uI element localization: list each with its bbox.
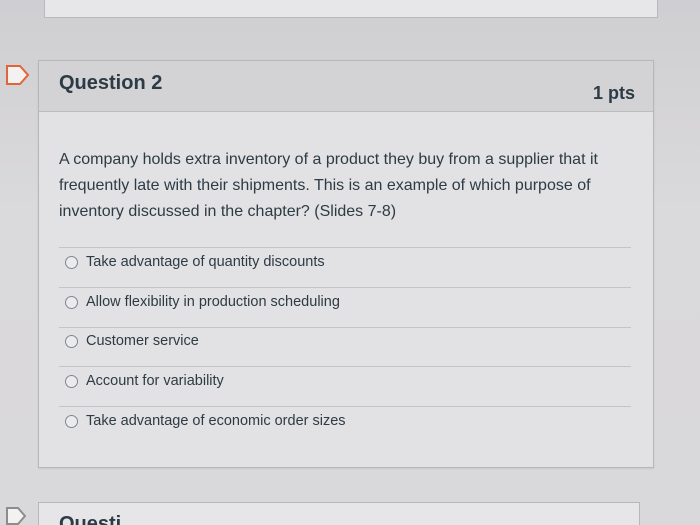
radio-button-icon[interactable] bbox=[65, 414, 78, 428]
answer-option[interactable]: Allow flexibility in production scheduli… bbox=[65, 290, 340, 314]
divider bbox=[59, 247, 631, 248]
answer-option[interactable]: Take advantage of quantity discounts bbox=[65, 250, 325, 274]
radio-button-icon[interactable] bbox=[65, 255, 78, 269]
question-card: Question 2 1 pts A company holds extra i… bbox=[38, 60, 654, 468]
radio-button-icon[interactable] bbox=[65, 334, 78, 348]
question-title: Question 2 bbox=[59, 72, 163, 94]
answer-option-label: Allow flexibility in production scheduli… bbox=[86, 294, 340, 310]
next-question-title: Questi bbox=[59, 513, 122, 525]
divider bbox=[59, 406, 631, 407]
answer-option-label: Take advantage of quantity discounts bbox=[86, 254, 325, 270]
divider bbox=[59, 327, 631, 328]
bookmark-flag-icon[interactable] bbox=[6, 64, 30, 86]
previous-question-card bbox=[44, 0, 658, 18]
radio-button-icon[interactable] bbox=[65, 295, 78, 309]
answer-option-label: Customer service bbox=[86, 333, 199, 349]
divider bbox=[59, 366, 631, 367]
radio-button-icon[interactable] bbox=[65, 374, 78, 388]
answer-option[interactable]: Customer service bbox=[65, 329, 199, 353]
quiz-screen: Question 2 1 pts A company holds extra i… bbox=[0, 0, 700, 525]
divider bbox=[59, 287, 631, 288]
answer-option[interactable]: Take advantage of economic order sizes bbox=[65, 409, 346, 433]
question-header: Question 2 1 pts bbox=[39, 61, 653, 112]
question-text: A company holds extra inventory of a pro… bbox=[59, 151, 598, 220]
answer-option-label: Take advantage of economic order sizes bbox=[86, 413, 346, 429]
answer-option[interactable]: Account for variability bbox=[65, 369, 224, 393]
question-points: 1 pts bbox=[592, 83, 635, 103]
next-question-card: Questi bbox=[38, 502, 640, 525]
bookmark-flag-icon[interactable] bbox=[6, 506, 26, 525]
answer-option-label: Account for variability bbox=[86, 373, 224, 389]
